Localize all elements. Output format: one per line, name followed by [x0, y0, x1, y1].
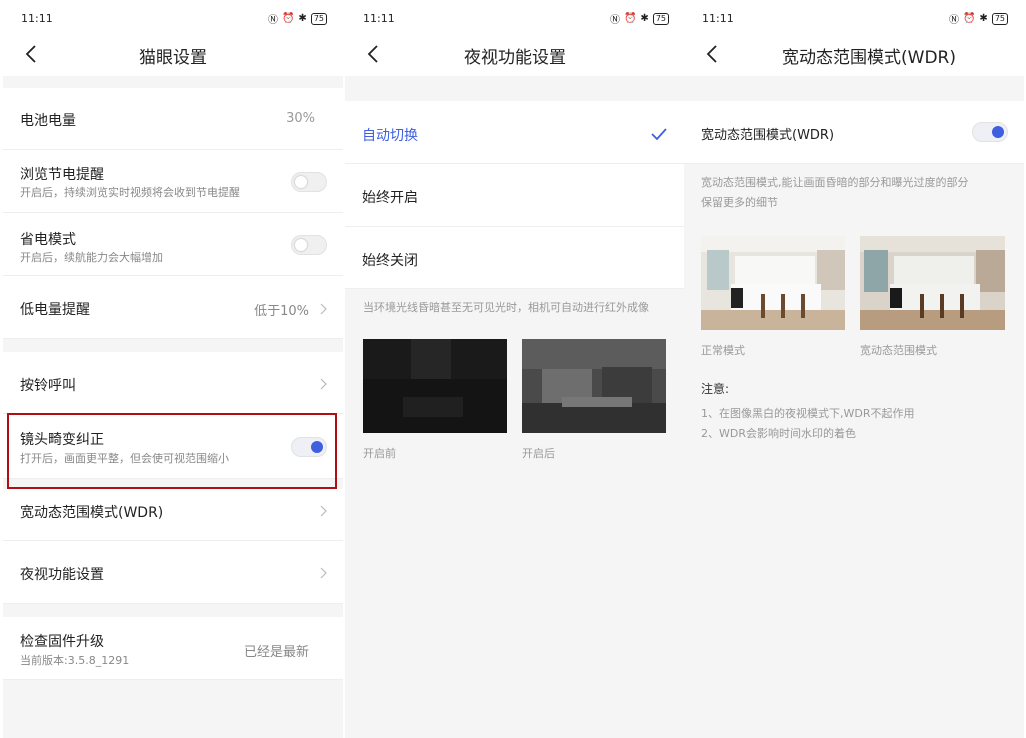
page-title: 宽动态范围模式(WDR) — [782, 48, 956, 68]
browse-power-reminder-label: 浏览节电提醒 — [20, 167, 104, 183]
wdr-mode-image — [860, 236, 1005, 330]
bluetooth-icon: ✱ — [640, 13, 649, 24]
bluetooth-icon: ✱ — [298, 13, 307, 24]
highlight-box — [7, 413, 337, 489]
note-item: 2、WDR会影响时间水印的着色 — [701, 427, 856, 440]
status-bar: 11:11 Ⓝ ⏰ ✱ 75 — [3, 0, 343, 34]
note-title: 注意: — [701, 382, 730, 396]
page-title: 猫眼设置 — [139, 48, 207, 68]
notes: 1、在图像黑白的夜视模式下,WDR不起作用 2、WDR会影响时间水印的着色 — [701, 404, 914, 444]
firmware-label: 检查固件升级 — [20, 634, 104, 650]
browse-power-reminder-toggle[interactable] — [291, 172, 327, 192]
chevron-right-icon — [320, 303, 327, 315]
power-save-label: 省电模式 — [20, 232, 76, 248]
before-image — [363, 339, 507, 433]
wdr-toggle-row: 宽动态范围模式(WDR) — [684, 101, 1024, 164]
night-vision-screen: 11:11 Ⓝ ⏰ ✱ 75 夜视功能设置 自动切换 始终开启 始终关闭 当环境… — [345, 0, 685, 738]
option-label: 始终开启 — [362, 190, 418, 206]
night-vision-description: 当环境光线昏暗甚至无可见光时，相机可自动进行红外成像 — [363, 301, 649, 314]
option-label: 自动切换 — [362, 128, 418, 144]
status-icons: Ⓝ ⏰ ✱ 75 — [949, 11, 1008, 26]
chevron-right-icon — [320, 505, 327, 517]
wdr-screen: 11:11 Ⓝ ⏰ ✱ 75 宽动态范围模式(WDR) 宽动态范围模式(WDR)… — [684, 0, 1024, 738]
wdr-row[interactable]: 宽动态范围模式(WDR) — [3, 489, 343, 541]
nfc-icon: Ⓝ — [267, 15, 278, 26]
wdr-label: 宽动态范围模式(WDR) — [20, 505, 164, 521]
status-time: 11:11 — [21, 12, 53, 25]
nav-bar: 宽动态范围模式(WDR) — [684, 34, 1024, 76]
nav-bar: 夜视功能设置 — [345, 34, 685, 76]
firmware-version: 当前版本:3.5.8_1291 — [20, 654, 130, 667]
battery-level-value: 30% — [286, 111, 315, 126]
option-always-off[interactable]: 始终关闭 — [345, 227, 685, 289]
normal-mode-photo — [701, 236, 845, 330]
status-time: 11:11 — [702, 12, 734, 25]
browse-power-reminder-desc: 开启后，持续浏览实时视频将会收到节电提醒 — [20, 186, 240, 199]
power-save-desc: 开启后，续航能力会大幅增加 — [20, 251, 163, 264]
after-caption: 开启后 — [522, 447, 555, 460]
wdr-toggle-label: 宽动态范围模式(WDR) — [701, 128, 835, 143]
low-battery-reminder-label: 低电量提醒 — [20, 302, 90, 318]
status-bar: 11:11 Ⓝ ⏰ ✱ 75 — [684, 0, 1024, 34]
nav-bar: 猫眼设置 — [3, 34, 343, 76]
alarm-icon: ⏰ — [623, 13, 637, 24]
option-always-on[interactable]: 始终开启 — [345, 164, 685, 227]
status-bar: 11:11 Ⓝ ⏰ ✱ 75 — [345, 0, 685, 34]
after-photo — [522, 339, 666, 433]
status-time: 11:11 — [363, 12, 395, 25]
night-vision-label: 夜视功能设置 — [20, 567, 104, 583]
wdr-description-line2: 保留更多的细节 — [701, 196, 778, 209]
wdr-description-line1: 宽动态范围模式,能让画面昏暗的部分和曝光过度的部分 — [701, 176, 969, 189]
chevron-right-icon — [320, 378, 327, 390]
before-photo — [363, 339, 507, 433]
page-title: 夜视功能设置 — [464, 48, 566, 68]
bluetooth-icon: ✱ — [979, 13, 988, 24]
cateye-settings-screen: 11:11 Ⓝ ⏰ ✱ 75 猫眼设置 电池电量 30% 浏览节电提醒 开启后，… — [3, 0, 343, 738]
low-battery-reminder-value: 低于10% — [254, 304, 309, 319]
wdr-mode-photo — [860, 236, 1005, 330]
battery-level-label: 电池电量 — [20, 113, 76, 129]
toggle-knob — [295, 239, 307, 251]
doorbell-call-row[interactable]: 按铃呼叫 — [3, 352, 343, 414]
firmware-row[interactable]: 检查固件升级 当前版本:3.5.8_1291 已经是最新 — [3, 617, 343, 680]
firmware-status: 已经是最新 — [243, 645, 309, 660]
toggle-knob — [295, 176, 307, 188]
battery-icon: 75 — [991, 12, 1008, 25]
before-caption: 开启前 — [363, 447, 396, 460]
status-icons: Ⓝ ⏰ ✱ 75 — [268, 11, 327, 26]
battery-icon: 75 — [310, 12, 327, 25]
wdr-toggle[interactable] — [972, 122, 1008, 142]
battery-icon: 75 — [652, 12, 669, 25]
chevron-right-icon — [320, 567, 327, 579]
power-save-toggle[interactable] — [291, 235, 327, 255]
browse-power-reminder-row: 浏览节电提醒 开启后，持续浏览实时视频将会收到节电提醒 — [3, 150, 343, 213]
option-auto-switch[interactable]: 自动切换 — [345, 101, 685, 164]
status-icons: Ⓝ ⏰ ✱ 75 — [610, 11, 669, 26]
alarm-icon: ⏰ — [962, 13, 976, 24]
low-battery-reminder-row[interactable]: 低电量提醒 低于10% — [3, 276, 343, 339]
normal-mode-caption: 正常模式 — [701, 344, 745, 357]
option-label: 始终关闭 — [362, 253, 418, 269]
alarm-icon: ⏰ — [281, 13, 295, 24]
after-image — [522, 339, 666, 433]
doorbell-call-label: 按铃呼叫 — [20, 378, 76, 394]
toggle-knob — [992, 126, 1004, 138]
wdr-mode-caption: 宽动态范围模式 — [860, 344, 937, 357]
nfc-icon: Ⓝ — [948, 15, 959, 26]
battery-level-row: 电池电量 30% — [3, 88, 343, 150]
power-save-row: 省电模式 开启后，续航能力会大幅增加 — [3, 213, 343, 276]
night-vision-row[interactable]: 夜视功能设置 — [3, 541, 343, 604]
checkmark-icon — [651, 128, 667, 140]
note-item: 1、在图像黑白的夜视模式下,WDR不起作用 — [701, 407, 915, 420]
normal-mode-image — [701, 236, 845, 330]
wdr-description: 宽动态范围模式,能让画面昏暗的部分和曝光过度的部分 保留更多的细节 — [701, 173, 969, 213]
nfc-icon: Ⓝ — [609, 15, 620, 26]
